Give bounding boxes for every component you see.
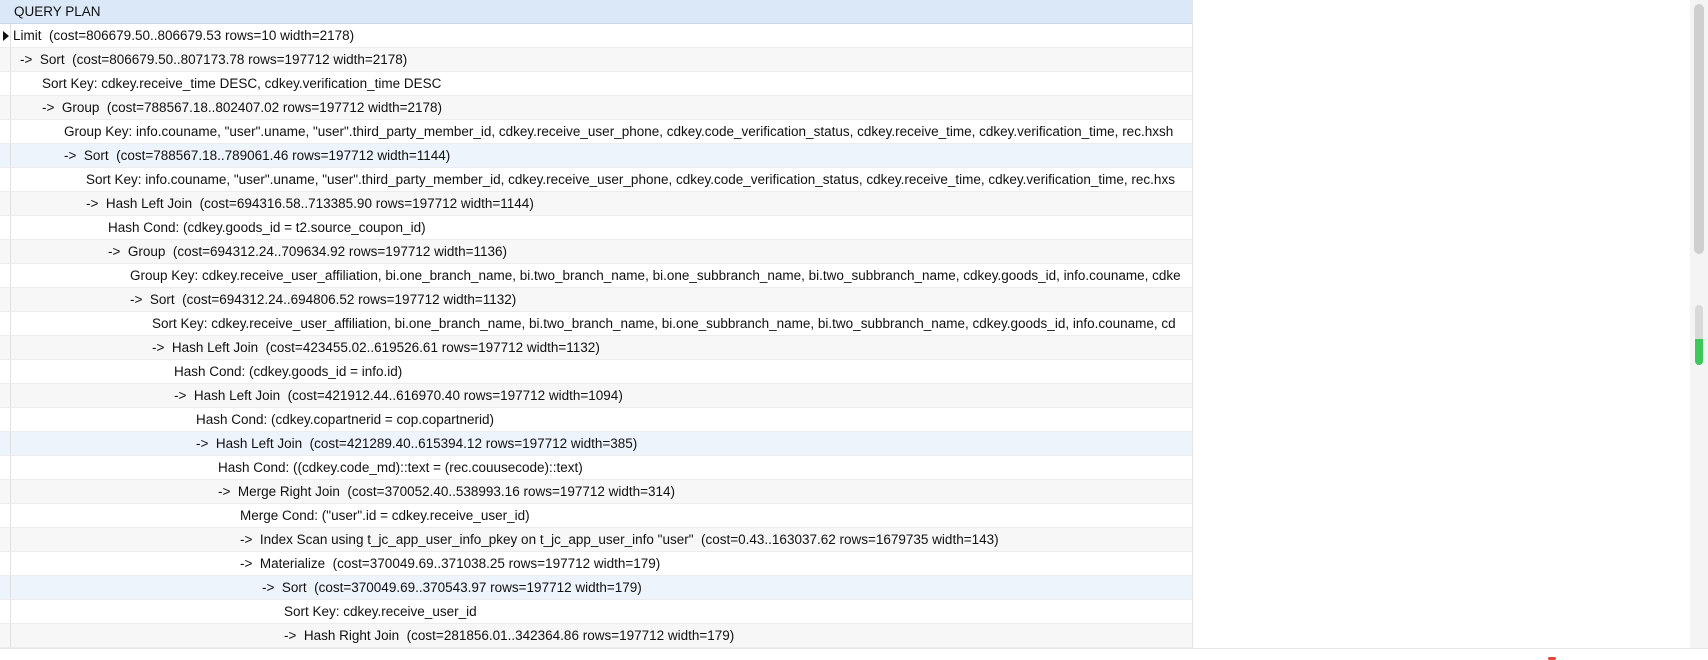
row-selector[interactable] bbox=[0, 432, 11, 455]
row-selector[interactable] bbox=[0, 96, 11, 119]
plan-line-text: -> Sort (cost=694312.24..694806.52 rows=… bbox=[130, 292, 517, 307]
plan-row[interactable]: -> Materialize (cost=370049.69..371038.2… bbox=[0, 552, 1192, 576]
plan-line-text: Hash Cond: (cdkey.copartnerid = cop.copa… bbox=[196, 412, 495, 427]
plan-row[interactable]: Limit (cost=806679.50..806679.53 rows=10… bbox=[0, 24, 1192, 48]
plan-row[interactable]: -> Group (cost=788567.18..802407.02 rows… bbox=[0, 96, 1192, 120]
row-selector[interactable] bbox=[0, 264, 11, 287]
plan-line-text: -> Materialize (cost=370049.69..371038.2… bbox=[240, 556, 661, 571]
plan-row[interactable]: -> Hash Right Join (cost=281856.01..3423… bbox=[0, 624, 1192, 648]
plan-row[interactable]: -> Group (cost=694312.24..709634.92 rows… bbox=[0, 240, 1192, 264]
row-selector[interactable] bbox=[0, 504, 11, 527]
row-selector[interactable] bbox=[0, 24, 11, 47]
row-selector[interactable] bbox=[0, 576, 11, 599]
plan-line-text: -> Hash Left Join (cost=694316.58..71338… bbox=[86, 196, 534, 211]
plan-line-text: Group Key: cdkey.receive_user_affiliatio… bbox=[130, 268, 1181, 283]
row-selector[interactable] bbox=[0, 168, 11, 191]
plan-row[interactable]: Merge Cond: ("user".id = cdkey.receive_u… bbox=[0, 504, 1192, 528]
plan-line-text: -> Hash Left Join (cost=421912.44..61697… bbox=[174, 388, 623, 403]
row-selector[interactable] bbox=[0, 600, 11, 623]
plan-row[interactable]: Sort Key: cdkey.receive_user_affiliation… bbox=[0, 312, 1192, 336]
plan-row[interactable]: Sort Key: cdkey.receive_user_id bbox=[0, 600, 1192, 624]
row-selector[interactable] bbox=[0, 528, 11, 551]
plan-row[interactable]: -> Sort (cost=806679.50..807173.78 rows=… bbox=[0, 48, 1192, 72]
plan-line-text: Limit (cost=806679.50..806679.53 rows=10… bbox=[13, 28, 355, 43]
plan-line-text: Hash Cond: (cdkey.goods_id = t2.source_c… bbox=[108, 220, 426, 235]
result-rows: Limit (cost=806679.50..806679.53 rows=10… bbox=[0, 24, 1192, 648]
row-selector[interactable] bbox=[0, 360, 11, 383]
column-header-query-plan[interactable]: QUERY PLAN bbox=[0, 0, 1192, 24]
plan-row[interactable]: -> Sort (cost=370049.69..370543.97 rows=… bbox=[0, 576, 1192, 600]
row-selector[interactable] bbox=[0, 72, 11, 95]
scroll-position-marker bbox=[1695, 305, 1703, 365]
plan-row[interactable]: -> Index Scan using t_jc_app_user_info_p… bbox=[0, 528, 1192, 552]
plan-line-text: -> Sort (cost=806679.50..807173.78 rows=… bbox=[20, 52, 408, 67]
plan-row[interactable]: Hash Cond: (cdkey.goods_id = t2.source_c… bbox=[0, 216, 1192, 240]
scrollbar-thumb[interactable] bbox=[1694, 4, 1704, 254]
row-selector[interactable] bbox=[0, 312, 11, 335]
plan-line-text: Merge Cond: ("user".id = cdkey.receive_u… bbox=[240, 508, 530, 523]
plan-row[interactable]: Sort Key: info.couname, "user".uname, "u… bbox=[0, 168, 1192, 192]
plan-row[interactable]: -> Hash Left Join (cost=421289.40..61539… bbox=[0, 432, 1192, 456]
plan-line-text: -> Hash Left Join (cost=423455.02..61952… bbox=[152, 340, 600, 355]
plan-row[interactable]: -> Hash Left Join (cost=423455.02..61952… bbox=[0, 336, 1192, 360]
plan-line-text: Sort Key: cdkey.receive_user_affiliation… bbox=[152, 316, 1176, 331]
row-selector[interactable] bbox=[0, 120, 11, 143]
row-selector[interactable] bbox=[0, 216, 11, 239]
plan-line-text: -> Hash Left Join (cost=421289.40..61539… bbox=[196, 436, 638, 451]
plan-line-text: -> Index Scan using t_jc_app_user_info_p… bbox=[240, 532, 999, 547]
plan-row[interactable]: -> Merge Right Join (cost=370052.40..538… bbox=[0, 480, 1192, 504]
plan-row[interactable]: -> Hash Left Join (cost=694316.58..71338… bbox=[0, 192, 1192, 216]
row-selector[interactable] bbox=[0, 456, 11, 479]
plan-row[interactable]: Group Key: cdkey.receive_user_affiliatio… bbox=[0, 264, 1192, 288]
plan-row[interactable]: Sort Key: cdkey.receive_time DESC, cdkey… bbox=[0, 72, 1192, 96]
plan-line-text: -> Sort (cost=788567.18..789061.46 rows=… bbox=[64, 148, 451, 163]
plan-line-text: Hash Cond: (cdkey.goods_id = info.id) bbox=[174, 364, 403, 379]
plan-row[interactable]: Hash Cond: (cdkey.copartnerid = cop.copa… bbox=[0, 408, 1192, 432]
plan-row[interactable]: Group Key: info.couname, "user".uname, "… bbox=[0, 120, 1192, 144]
plan-row[interactable]: -> Sort (cost=694312.24..694806.52 rows=… bbox=[0, 288, 1192, 312]
query-plan-grid[interactable]: QUERY PLAN Limit (cost=806679.50..806679… bbox=[0, 0, 1193, 648]
row-selector[interactable] bbox=[0, 480, 11, 503]
row-selector[interactable] bbox=[0, 408, 11, 431]
plan-line-text: -> Group (cost=788567.18..802407.02 rows… bbox=[42, 100, 443, 115]
row-selector[interactable] bbox=[0, 240, 11, 263]
column-header-label: QUERY PLAN bbox=[14, 4, 101, 19]
plan-row[interactable]: Hash Cond: (cdkey.goods_id = info.id) bbox=[0, 360, 1192, 384]
plan-line-text: Sort Key: info.couname, "user".uname, "u… bbox=[86, 172, 1175, 187]
row-selector[interactable] bbox=[0, 552, 11, 575]
plan-row[interactable]: Hash Cond: ((cdkey.code_md)::text = (rec… bbox=[0, 456, 1192, 480]
plan-line-text: -> Group (cost=694312.24..709634.92 rows… bbox=[108, 244, 508, 259]
row-selector[interactable] bbox=[0, 384, 11, 407]
row-selector[interactable] bbox=[0, 336, 11, 359]
status-strip bbox=[0, 648, 1708, 660]
plan-row[interactable]: -> Hash Left Join (cost=421912.44..61697… bbox=[0, 384, 1192, 408]
current-row-triangle-icon bbox=[3, 31, 9, 41]
plan-line-text: -> Merge Right Join (cost=370052.40..538… bbox=[218, 484, 676, 499]
row-selector[interactable] bbox=[0, 288, 11, 311]
row-selector[interactable] bbox=[0, 192, 11, 215]
row-selector[interactable] bbox=[0, 48, 11, 71]
plan-line-text: -> Hash Right Join (cost=281856.01..3423… bbox=[284, 628, 735, 643]
plan-line-text: -> Sort (cost=370049.69..370543.97 rows=… bbox=[262, 580, 642, 595]
plan-row[interactable]: -> Sort (cost=788567.18..789061.46 rows=… bbox=[0, 144, 1192, 168]
vertical-scrollbar[interactable] bbox=[1690, 0, 1708, 648]
plan-line-text: Sort Key: cdkey.receive_time DESC, cdkey… bbox=[42, 76, 442, 91]
plan-line-text: Sort Key: cdkey.receive_user_id bbox=[284, 604, 477, 619]
plan-line-text: Hash Cond: ((cdkey.code_md)::text = (rec… bbox=[218, 460, 583, 475]
row-selector[interactable] bbox=[0, 624, 11, 647]
row-selector[interactable] bbox=[0, 144, 11, 167]
plan-line-text: Group Key: info.couname, "user".uname, "… bbox=[64, 124, 1174, 139]
